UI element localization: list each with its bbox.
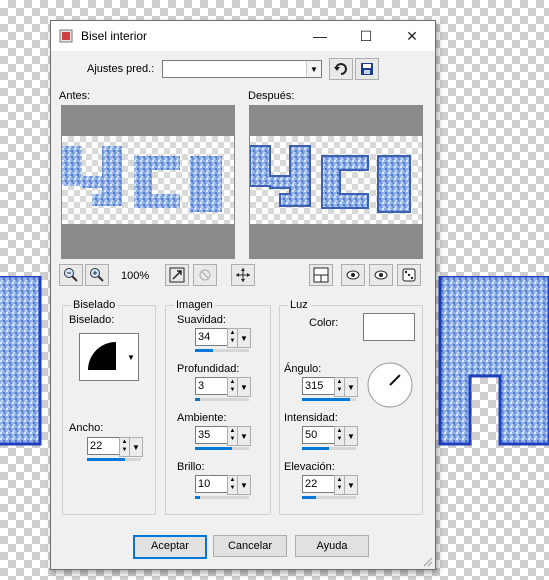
intensity-spinner[interactable]: 50 ▲ ▼ ▼ (302, 426, 358, 450)
intensity-label: Intensidad: (284, 412, 338, 424)
presets-label: Ajustes pred.: (87, 63, 155, 75)
preview-on-image-button[interactable] (369, 264, 393, 286)
shininess-spinner[interactable]: 10 ▲ ▼ ▼ (195, 475, 251, 499)
randomize-button[interactable] (397, 264, 421, 286)
ambience-slider[interactable] (195, 447, 249, 450)
eye-icon (346, 270, 360, 280)
zoom-fit-button[interactable] (165, 264, 189, 286)
smoothness-slider[interactable] (195, 349, 249, 352)
image-group-label: Imagen (174, 299, 215, 311)
auto-proof-button[interactable] (341, 264, 365, 286)
save-icon (361, 63, 373, 75)
elevation-input[interactable]: 22 (302, 475, 336, 493)
bevel-dialog: Bisel interior — ☐ ✕ Ajustes pred.: ▼ An… (50, 20, 436, 570)
reset-icon (334, 63, 347, 75)
width-slider[interactable] (87, 458, 141, 461)
chevron-down-icon[interactable]: ▼ (344, 475, 358, 495)
shininess-label: Brillo: (177, 461, 205, 473)
after-preview-image (250, 145, 411, 213)
angle-input[interactable]: 315 (302, 377, 336, 395)
minimize-icon[interactable]: — (297, 21, 343, 51)
dice-icon (402, 268, 416, 282)
zoom-in-icon (90, 268, 104, 282)
chevron-down-icon[interactable]: ▼ (237, 475, 251, 495)
angle-dial[interactable] (366, 361, 414, 409)
shininess-slider[interactable] (195, 496, 249, 499)
width-label: Ancho: (69, 422, 104, 434)
bevel-shape-picker[interactable]: ▼ (79, 333, 139, 381)
app-icon (59, 29, 73, 43)
shininess-input[interactable]: 10 (195, 475, 229, 493)
before-preview[interactable] (61, 105, 235, 259)
cancel-button[interactable]: Cancelar (213, 535, 287, 557)
depth-input[interactable]: 3 (195, 377, 229, 395)
resize-grip-icon[interactable] (423, 557, 433, 567)
zoom-level: 100% (121, 270, 150, 282)
chevron-down-icon[interactable]: ▼ (129, 437, 143, 457)
smoothness-spinner[interactable]: 34 ▲ ▼ ▼ (195, 328, 251, 352)
width-input[interactable]: 22 (87, 437, 121, 455)
zoom-in-button[interactable] (85, 264, 109, 286)
window-title: Bisel interior (81, 29, 148, 43)
bevel-group-label: Biselado (71, 299, 118, 311)
before-preview-image (62, 146, 222, 212)
help-button[interactable]: Ayuda (295, 535, 369, 557)
ok-button[interactable]: Aceptar (133, 535, 207, 559)
bevel-shape-preview (88, 342, 116, 370)
navigate-icon (199, 269, 211, 281)
angle-slider[interactable] (302, 398, 356, 401)
navigate-button[interactable] (193, 264, 217, 286)
smoothness-input[interactable]: 34 (195, 328, 229, 346)
smoothness-label: Suavidad: (177, 314, 226, 326)
depth-spinner[interactable]: 3 ▲ ▼ ▼ (195, 377, 251, 401)
zoom-out-button[interactable] (59, 264, 83, 286)
zoom-out-icon (64, 268, 78, 282)
pan-button[interactable] (231, 264, 255, 286)
zoom-fit-icon (169, 267, 185, 283)
proof-button[interactable] (309, 264, 333, 286)
reset-preset-button[interactable] (329, 58, 353, 80)
chevron-down-icon[interactable]: ▼ (237, 426, 251, 446)
close-icon[interactable]: ✕ (389, 21, 435, 51)
chevron-down-icon[interactable]: ▼ (237, 377, 251, 397)
ambience-spinner[interactable]: 35 ▲ ▼ ▼ (195, 426, 251, 450)
bevel-shape-label: Biselado: (69, 314, 115, 326)
chevron-down-icon[interactable]: ▼ (344, 377, 358, 397)
chevron-down-icon[interactable]: ▼ (306, 61, 321, 77)
title-bar[interactable]: Bisel interior — ☐ ✕ (51, 21, 435, 51)
move-icon (236, 268, 250, 282)
presets-combo[interactable]: ▼ (162, 60, 322, 78)
elevation-slider[interactable] (302, 496, 356, 499)
after-label: Después: (248, 90, 295, 102)
layout-icon (313, 267, 329, 283)
before-label: Antes: (59, 90, 91, 102)
chevron-down-icon[interactable]: ▼ (124, 334, 138, 380)
ambience-label: Ambiente: (177, 412, 227, 424)
maximize-icon[interactable]: ☐ (343, 21, 389, 51)
chevron-down-icon[interactable]: ▼ (344, 426, 358, 446)
ambience-input[interactable]: 35 (195, 426, 229, 444)
chevron-down-icon[interactable]: ▼ (237, 328, 251, 348)
width-spinner[interactable]: 22 ▲ ▼ ▼ (87, 437, 143, 461)
angle-label: Ángulo: (284, 363, 322, 375)
depth-slider[interactable] (195, 398, 249, 401)
intensity-slider[interactable] (302, 447, 356, 450)
light-color-swatch[interactable] (363, 313, 415, 341)
elevation-label: Elevación: (284, 461, 335, 473)
light-color-label: Color: (309, 317, 339, 329)
save-preset-button[interactable] (355, 58, 379, 80)
angle-spinner[interactable]: 315 ▲ ▼ ▼ (302, 377, 358, 401)
elevation-spinner[interactable]: 22 ▲ ▼ ▼ (302, 475, 358, 499)
depth-label: Profundidad: (177, 363, 240, 375)
after-preview[interactable] (249, 105, 423, 259)
intensity-input[interactable]: 50 (302, 426, 336, 444)
eye-preview-icon (374, 270, 388, 280)
light-group-label: Luz (288, 299, 310, 311)
